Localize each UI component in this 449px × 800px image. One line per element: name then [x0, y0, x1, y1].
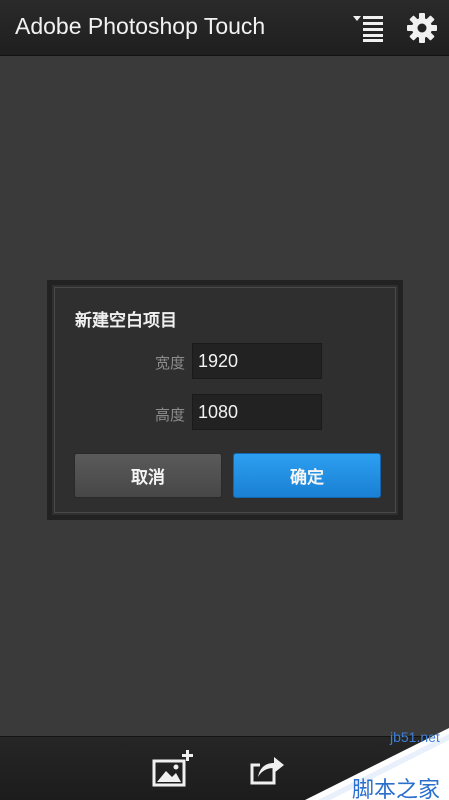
settings-button[interactable] [402, 8, 442, 48]
width-input[interactable]: 1920 [192, 343, 322, 379]
share-button[interactable] [246, 749, 290, 789]
add-image-icon [152, 750, 193, 787]
gear-icon [407, 13, 437, 43]
new-project-dialog: 新建空白项目 宽度 1920 高度 1080 取消 确定 [47, 280, 403, 520]
add-image-button[interactable] [150, 749, 194, 789]
confirm-button[interactable]: 确定 [233, 453, 381, 498]
bottom-toolbar [0, 736, 449, 800]
share-icon [250, 757, 284, 785]
sort-menu-button[interactable] [350, 8, 390, 48]
app-header: Adobe Photoshop Touch [0, 0, 449, 56]
cancel-button[interactable]: 取消 [74, 453, 222, 498]
height-input[interactable]: 1080 [192, 394, 322, 430]
dialog-title: 新建空白项目 [75, 311, 177, 331]
width-label: 宽度 [154, 354, 185, 372]
app-screen: Adobe Photoshop Touch 新建空白项目 宽度 1920 高度 … [0, 0, 449, 800]
app-title: Adobe Photoshop Touch [15, 13, 266, 39]
height-label: 高度 [154, 406, 185, 424]
dialog-frame: 新建空白项目 宽度 1920 高度 1080 取消 确定 [54, 287, 396, 513]
sort-list-icon [353, 16, 383, 42]
confirm-button-label: 确定 [290, 468, 324, 488]
cancel-button-label: 取消 [131, 468, 165, 488]
